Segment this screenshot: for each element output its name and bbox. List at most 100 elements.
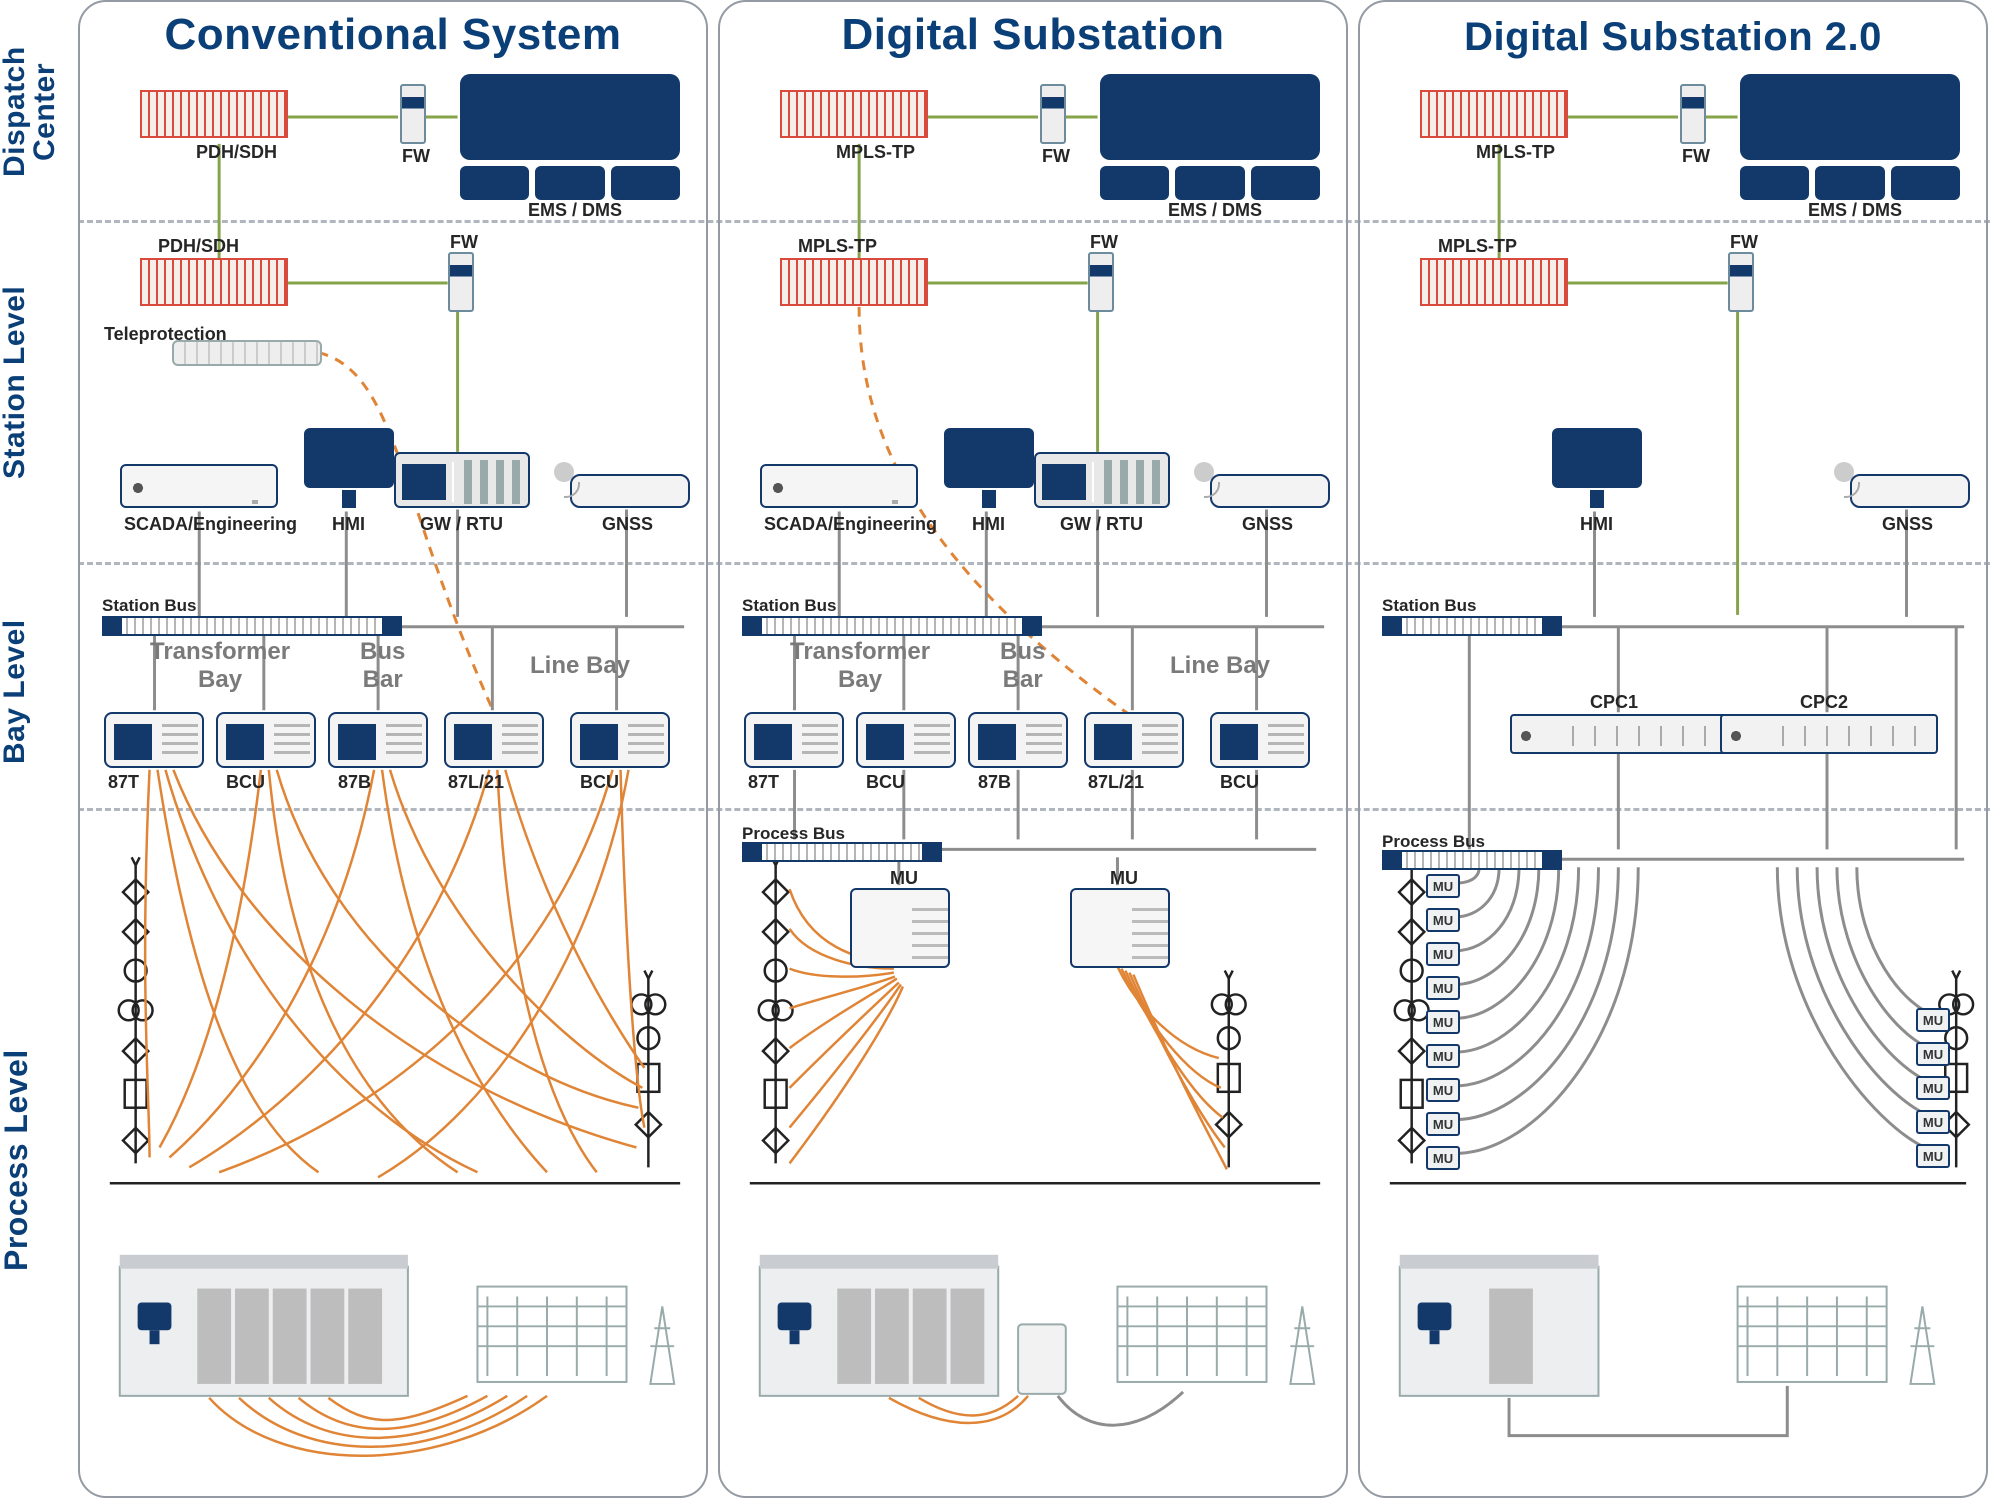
row-label-station: Station Level <box>0 232 30 532</box>
ied-icon <box>104 712 204 768</box>
ied-icon <box>968 712 1068 768</box>
col-digital-1: Digital Substation <box>718 0 1348 1498</box>
rack-icon <box>1420 90 1568 138</box>
station-bus-label: Station Bus <box>1382 596 1476 616</box>
station-fw-label: FW <box>1730 232 1758 253</box>
station-bus-switch-icon <box>102 616 402 636</box>
bay-group-label: Bus Bar <box>1000 638 1045 694</box>
ied-icon <box>570 712 670 768</box>
station-bus-switch-icon <box>742 616 1042 636</box>
fw-icon <box>448 252 474 312</box>
ied-label: BCU <box>866 772 905 793</box>
ied-icon <box>744 712 844 768</box>
mu-chip-icon: MU <box>1916 1110 1950 1134</box>
hmi-icon <box>304 428 394 508</box>
bay-group-label: Transformer Bay <box>150 638 290 694</box>
rack-icon <box>1420 258 1568 306</box>
gnss-icon <box>1210 474 1330 508</box>
scada-icon <box>760 464 918 508</box>
mu-chip-icon: MU <box>1916 1042 1950 1066</box>
gwrtu-icon <box>1034 452 1170 508</box>
ems-screens-icon <box>460 74 680 204</box>
row-labels: Dispatch Center Station Level Bay Level … <box>0 0 72 1502</box>
station-rack-label: MPLS-TP <box>1438 236 1517 257</box>
hmi-icon <box>944 428 1034 508</box>
fw-icon <box>1728 252 1754 312</box>
col-digital-2: Digital Substation 2.0 <box>1358 0 1988 1498</box>
ied-icon <box>216 712 316 768</box>
dispatch-rack-label: PDH/SDH <box>196 142 277 163</box>
process-bus-label: Process Bus <box>1382 832 1485 852</box>
cpc-icon <box>1720 714 1938 754</box>
mu-chip-icon: MU <box>1426 1146 1460 1170</box>
mu-chip-icon: MU <box>1426 874 1460 898</box>
mu-chip-icon: MU <box>1426 976 1460 1000</box>
process-bus-switch-icon <box>1382 850 1562 870</box>
fw-icon <box>1088 252 1114 312</box>
gwrtu-label: GW / RTU <box>420 514 503 535</box>
ied-label: 87B <box>978 772 1011 793</box>
fw-icon <box>400 84 426 144</box>
col-conventional: Conventional System <box>78 0 708 1498</box>
ied-label: 87L/21 <box>1088 772 1144 793</box>
station-rack-label: PDH/SDH <box>158 236 239 257</box>
bay-group-label: Bus Bar <box>360 638 405 694</box>
columns: Conventional System <box>78 0 1990 1498</box>
mu-chip-icon: MU <box>1426 908 1460 932</box>
row-label-dispatch: Dispatch Center <box>0 22 60 202</box>
station-bus-label: Station Bus <box>102 596 196 616</box>
ied-label: BCU <box>1220 772 1259 793</box>
hmi-label: HMI <box>1580 514 1613 535</box>
gwrtu-label: GW / RTU <box>1060 514 1143 535</box>
gnss-icon <box>1850 474 1970 508</box>
ied-label: 87B <box>338 772 371 793</box>
dispatch-screens-label: EMS / DMS <box>1168 200 1262 221</box>
ems-screens-icon <box>1740 74 1960 204</box>
cpc-label: CPC2 <box>1800 692 1848 713</box>
dispatch-screens-label: EMS / DMS <box>528 200 622 221</box>
rack-icon <box>780 90 928 138</box>
hmi-label: HMI <box>972 514 1005 535</box>
process-bus-label: Process Bus <box>742 824 845 844</box>
hmi-label: HMI <box>332 514 365 535</box>
mu-chip-icon: MU <box>1426 942 1460 966</box>
gwrtu-icon <box>394 452 530 508</box>
bay-group-label: Line Bay <box>530 652 630 680</box>
row-label-bay: Bay Level <box>0 582 30 802</box>
row-label-process: Process Level <box>0 850 32 1470</box>
scada-label: SCADA/Engineering <box>124 514 297 535</box>
dispatch-screens-label: EMS / DMS <box>1808 200 1902 221</box>
mu-chip-icon: MU <box>1426 1078 1460 1102</box>
cpc-icon <box>1510 714 1728 754</box>
gnss-label: GNSS <box>602 514 653 535</box>
rack-icon <box>780 258 928 306</box>
cpc-label: CPC1 <box>1590 692 1638 713</box>
mu-chip-icon: MU <box>1916 1144 1950 1168</box>
station-bus-label: Station Bus <box>742 596 836 616</box>
gnss-label: GNSS <box>1242 514 1293 535</box>
ied-label: 87T <box>108 772 139 793</box>
switchyard-icon <box>477 1287 674 1384</box>
mu-chip-icon: MU <box>1916 1076 1950 1100</box>
gnss-label: GNSS <box>1882 514 1933 535</box>
gnss-icon <box>570 474 690 508</box>
ied-label: BCU <box>580 772 619 793</box>
scada-icon <box>120 464 278 508</box>
ied-icon <box>856 712 956 768</box>
ied-label: BCU <box>226 772 265 793</box>
mu-label: MU <box>1110 868 1138 889</box>
ems-screens-icon <box>1100 74 1320 204</box>
mu-chip-icon: MU <box>1916 1008 1950 1032</box>
dispatch-rack-label: MPLS-TP <box>1476 142 1555 163</box>
fw-icon <box>1040 84 1066 144</box>
ied-icon <box>1210 712 1310 768</box>
dispatch-fw-label: FW <box>1682 146 1710 167</box>
ied-label: 87L/21 <box>448 772 504 793</box>
hmi-icon <box>1552 428 1642 508</box>
ied-icon <box>444 712 544 768</box>
bay-group-label: Transformer Bay <box>790 638 930 694</box>
station-fw-label: FW <box>450 232 478 253</box>
mu-icon <box>1070 888 1170 968</box>
station-rack-label: MPLS-TP <box>798 236 877 257</box>
mu-chip-icon: MU <box>1426 1112 1460 1136</box>
